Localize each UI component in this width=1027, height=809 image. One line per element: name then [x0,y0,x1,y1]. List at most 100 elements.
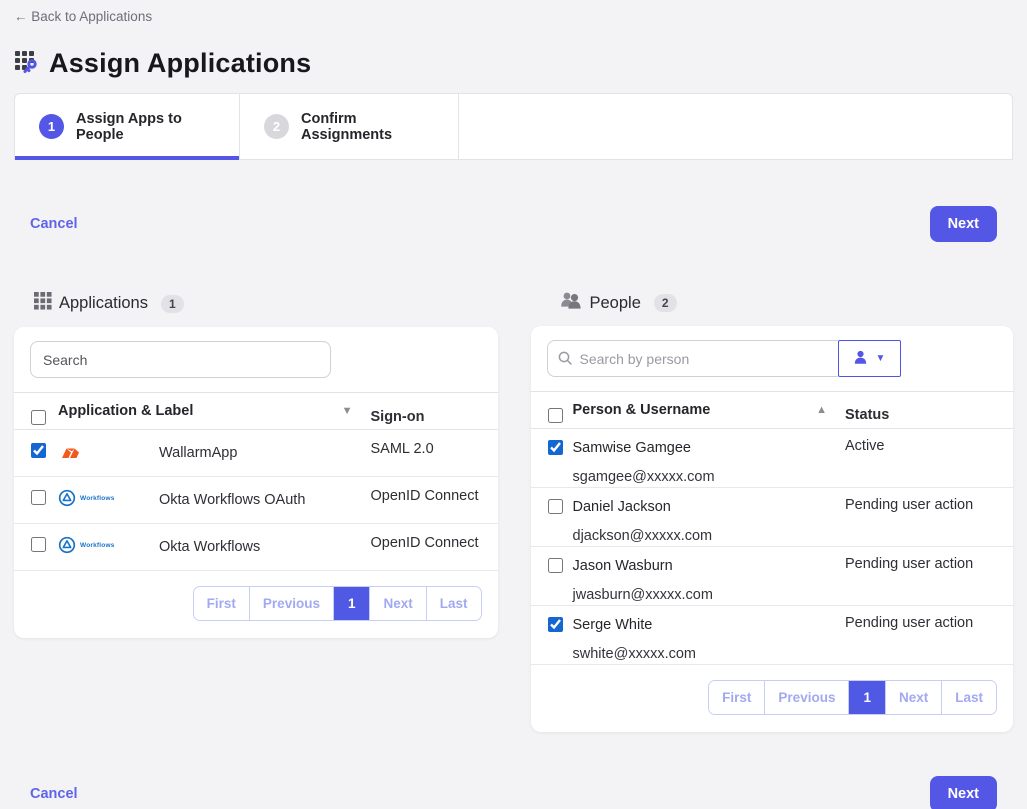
person-name: Samwise Gamgee [573,438,846,458]
person-username: djackson@xxxxx.com [573,526,846,546]
pagination-next[interactable]: Next [370,587,426,620]
applications-pagination: First Previous 1 Next Last [193,586,482,621]
people-column-status: Status [845,392,1013,429]
pagination-page-1[interactable]: 1 [334,587,371,620]
applications-search-input[interactable] [30,341,331,378]
app-signon: OpenID Connect [371,524,498,571]
tab-confirm-assignments[interactable]: 2 Confirm Assignments [239,94,459,159]
okta-workflows-logo: Workflows [58,489,159,507]
person-status: Pending user action [845,488,1013,547]
wizard-steps: 1 Assign Apps to People 2 Confirm Assign… [14,93,1013,160]
people-select-all-checkbox[interactable] [548,408,563,423]
pagination-first[interactable]: First [709,681,765,714]
people-header-row: Person & Username ▲ Status [531,392,1014,429]
step-1-label: Assign Apps to People [76,111,215,143]
bottom-toolbar: Cancel Next [14,776,1013,809]
row-checkbox[interactable] [548,617,563,632]
pagination-page-1[interactable]: 1 [849,681,886,714]
people-column: People 2 [531,292,1014,732]
person-name: Serge White [573,615,846,635]
app-name: Okta Workflows [159,524,371,571]
step-2-badge: 2 [264,114,289,139]
table-row-samwise-gamgee[interactable]: Samwise Gamgee sgamgee@xxxxx.com Active [531,429,1014,488]
row-checkbox[interactable] [548,558,563,573]
applications-table: Application & Label ▼ Sign-on [14,392,498,571]
cancel-link-top[interactable]: Cancel [30,216,78,232]
row-checkbox[interactable] [548,440,563,455]
person-name: Jason Wasburn [573,556,846,576]
person-username: sgamgee@xxxxx.com [573,467,846,487]
people-search-row: ▼ [531,326,1014,391]
table-row-daniel-jackson[interactable]: Daniel Jackson djackson@xxxxx.com Pendin… [531,488,1014,547]
pagination-last[interactable]: Last [427,587,481,620]
row-checkbox[interactable] [31,443,46,458]
assign-applications-icon [14,49,39,79]
applications-column-main: Application & Label [58,403,193,419]
next-button-top[interactable]: Next [930,206,997,242]
people-pagination-row: First Previous 1 Next Last [531,665,1014,732]
app-name: WallarmApp [159,430,371,477]
pagination-previous[interactable]: Previous [250,587,334,620]
applications-section-header: Applications 1 [34,292,498,315]
applications-grid-icon [34,292,52,315]
row-checkbox[interactable] [548,499,563,514]
table-row-serge-white[interactable]: Serge White swhite@xxxxx.com Pending use… [531,606,1014,665]
applications-pagination-row: First Previous 1 Next Last [14,571,498,638]
pagination-previous[interactable]: Previous [765,681,849,714]
applications-section-title: Applications [59,294,148,313]
person-status: Active [845,429,1013,488]
table-row-wallarmapp[interactable]: WallarmApp SAML 2.0 [14,430,498,477]
row-checkbox[interactable] [31,490,46,505]
sort-desc-icon[interactable]: ▼ [342,405,353,417]
app-signon: SAML 2.0 [371,430,498,477]
row-checkbox[interactable] [31,537,46,552]
person-name: Daniel Jackson [573,497,846,517]
applications-card: Application & Label ▼ Sign-on [14,327,498,638]
search-icon [557,350,573,371]
sort-asc-icon[interactable]: ▲ [816,404,827,416]
applications-header-row: Application & Label ▼ Sign-on [14,393,498,430]
next-button-bottom[interactable]: Next [930,776,997,809]
table-row-jason-wasburn[interactable]: Jason Wasburn jwasburn@xxxxx.com Pending… [531,547,1014,606]
app-name: Okta Workflows OAuth [159,477,371,524]
top-toolbar: Cancel Next [14,206,1013,242]
person-status: Pending user action [845,547,1013,606]
applications-column: Applications 1 Application & Label [14,292,498,732]
step-2-label: Confirm Assignments [301,111,434,143]
people-section-title: People [590,294,641,313]
person-username: swhite@xxxxx.com [573,644,846,664]
workflows-logo-text: Workflows [80,495,115,502]
assignment-panels: Applications 1 Application & Label [14,292,1013,732]
cancel-link-bottom[interactable]: Cancel [30,786,78,802]
step-1-badge: 1 [39,114,64,139]
people-search-input[interactable] [547,340,838,377]
back-to-applications-link[interactable]: ← Back to Applications [14,9,152,24]
person-status: Pending user action [845,606,1013,665]
pagination-next[interactable]: Next [886,681,942,714]
table-row-okta-workflows-oauth[interactable]: Workflows Okta Workflows OAuth OpenID Co… [14,477,498,524]
person-username: jwasburn@xxxxx.com [573,585,846,605]
page-title: Assign Applications [49,48,311,79]
page-header: Assign Applications [14,48,1013,79]
table-row-okta-workflows[interactable]: Workflows Okta Workflows OpenID Connect [14,524,498,571]
applications-search-row [14,327,498,392]
people-icon [559,292,583,314]
applications-select-all-checkbox[interactable] [31,410,46,425]
people-table: Person & Username ▲ Status Samwise Gamge… [531,391,1014,665]
app-signon: OpenID Connect [371,477,498,524]
tab-assign-apps-to-people[interactable]: 1 Assign Apps to People [15,94,239,159]
people-card: ▼ Person & Username ▲ [531,326,1014,732]
people-section-header: People 2 [559,292,1014,314]
people-filter-dropdown-button[interactable]: ▼ [838,340,901,377]
assign-applications-page: ← Back to Applications Assign Applicatio… [0,0,1027,809]
people-count-badge: 2 [654,294,677,312]
okta-workflows-logo: Workflows [58,536,159,554]
pagination-last[interactable]: Last [942,681,996,714]
chevron-down-icon: ▼ [876,353,886,364]
person-icon [853,350,868,368]
pagination-first[interactable]: First [194,587,250,620]
people-column-main: Person & Username [573,402,711,418]
people-pagination: First Previous 1 Next Last [708,680,997,715]
applications-column-signon: Sign-on [371,393,498,430]
wallarm-logo [58,451,92,468]
